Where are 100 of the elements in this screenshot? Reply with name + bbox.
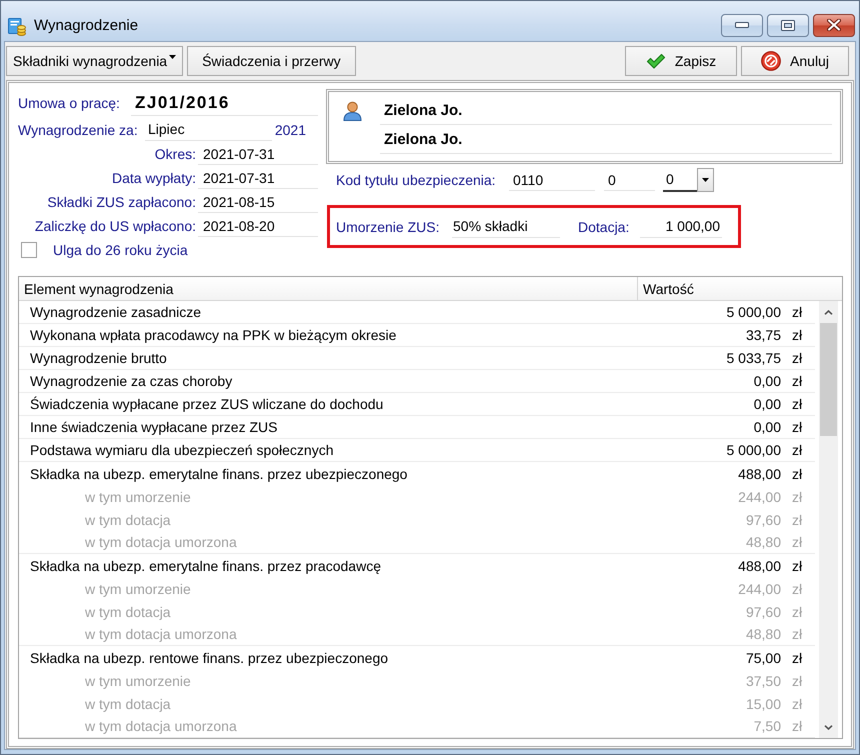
sub-element-name: w tym umorzenie xyxy=(85,672,191,688)
amount-value: 75,00 xyxy=(746,650,781,666)
employee-name-field[interactable]: Zielona Jo. xyxy=(380,125,832,154)
element-name: Wynagrodzenie brutto xyxy=(30,350,167,366)
sub-element-name: w tym dotacja xyxy=(85,696,171,712)
scrollbar-thumb[interactable] xyxy=(820,323,837,436)
close-icon xyxy=(827,19,841,31)
currency-unit: zł xyxy=(792,718,802,734)
window-title: Wynagrodzenie xyxy=(34,16,138,34)
field-label: Data wypłaty: xyxy=(112,170,196,186)
amount-value: 97,60 xyxy=(746,512,781,528)
month-field[interactable]: Lipiec xyxy=(145,118,272,140)
column-header[interactable]: Wartość xyxy=(638,277,842,300)
field-label: Zaliczkę do US wpłacono: xyxy=(34,218,196,234)
element-name: Wykonana wpłata pracodawcy na PPK w bieżącym okresie xyxy=(30,327,396,343)
sub-element-name: w tym dotacja umorzona xyxy=(85,626,237,642)
amount-value: 7,50 xyxy=(754,718,781,734)
sub-element-name: w tym dotacja xyxy=(85,604,171,620)
element-name: Podstawa wymiaru dla ubezpieczeń społecznych xyxy=(30,442,334,458)
currency-unit: zł xyxy=(792,696,802,712)
amount-value: 15,00 xyxy=(746,696,781,712)
prohibition-icon xyxy=(761,51,782,71)
contract-field[interactable]: ZJ01/2016 xyxy=(131,90,318,116)
amount-value: 48,80 xyxy=(746,626,781,642)
number-field[interactable]: 0 xyxy=(604,169,655,191)
toolbar-button[interactable]: Świadczenia i przerwy xyxy=(187,46,356,76)
date-field[interactable]: 2021-08-20 xyxy=(198,215,318,237)
amount-value: 488,00 xyxy=(738,466,781,482)
contract-label: Umowa o pracę: xyxy=(18,95,121,111)
amount-value: 5 000,00 xyxy=(726,304,781,320)
subsidy-label: Dotacja: xyxy=(578,218,630,234)
sub-element-name: w tym dotacja xyxy=(85,512,171,528)
chevron-down-icon xyxy=(824,724,833,730)
year-text: 2021 xyxy=(274,122,306,138)
sub-element-name: w tym umorzenie xyxy=(85,580,191,596)
currency-unit: zł xyxy=(792,512,802,528)
element-name: Inne świadczenia wypłacane przez ZUS xyxy=(30,419,278,435)
caret-icon xyxy=(169,55,176,59)
period-label: Wynagrodzenie za: xyxy=(18,122,139,138)
amount-value: 5 000,00 xyxy=(726,442,781,458)
currency-unit: zł xyxy=(792,626,802,642)
dropdown-arrow-button[interactable] xyxy=(697,168,714,192)
checkbox-label: Ulga do 26 roku życia xyxy=(53,242,188,258)
minimize-button[interactable] xyxy=(721,14,763,36)
amount-value: 0,00 xyxy=(754,373,781,389)
employee-name-field[interactable]: Zielona Jo. xyxy=(380,96,832,125)
sub-element-name: w tym dotacja umorzona xyxy=(85,718,237,734)
amount-value: 37,50 xyxy=(746,672,781,688)
currency-unit: zł xyxy=(792,604,802,620)
currency-unit: zł xyxy=(792,580,802,596)
document-coins-icon xyxy=(8,18,26,36)
caret-icon xyxy=(702,178,709,182)
amount-value: 5 033,75 xyxy=(726,350,781,366)
amount-value: 97,60 xyxy=(746,604,781,620)
currency-unit: zł xyxy=(792,396,802,412)
person-icon xyxy=(343,101,362,121)
element-name: Świadczenia wypłacane przez ZUS wliczane do dochodu xyxy=(30,396,384,412)
amount-value: 0,00 xyxy=(754,419,781,435)
date-field[interactable]: 2021-07-31 xyxy=(198,167,318,189)
currency-unit: zł xyxy=(792,672,802,688)
currency-unit: zł xyxy=(792,558,802,574)
currency-unit: zł xyxy=(792,650,802,666)
element-name: Składka na ubezp. emerytalne finans. przez ubezpieczonego xyxy=(30,466,408,482)
element-name: Wynagrodzenie zasadnicze xyxy=(30,304,202,320)
currency-unit: zł xyxy=(792,350,802,366)
check-icon xyxy=(646,53,666,69)
subsidy-field[interactable]: 1 000,00 xyxy=(640,216,722,238)
checkbox[interactable] xyxy=(21,242,37,258)
currency-unit: zł xyxy=(792,534,802,550)
insurance-code-label: Kod tytułu ubezpieczenia: xyxy=(336,172,497,188)
relief-field[interactable]: 50% składki xyxy=(452,216,560,238)
currency-unit: zł xyxy=(792,488,802,504)
currency-unit: zł xyxy=(792,327,802,343)
maximize-icon xyxy=(781,20,795,30)
column-header[interactable]: Element wynagrodzenia xyxy=(19,277,638,300)
maximize-button[interactable] xyxy=(767,14,809,36)
element-name: Wynagrodzenie za czas choroby xyxy=(30,373,232,389)
menu-button[interactable]: Składniki wynagrodzenia xyxy=(6,46,184,76)
minimize-icon xyxy=(735,22,749,28)
currency-unit: zł xyxy=(792,304,802,320)
chevron-up-icon xyxy=(824,310,833,314)
amount-value: 33,75 xyxy=(746,327,781,343)
cancel-button[interactable]: Anuluj xyxy=(741,46,849,76)
sub-element-name: w tym dotacja umorzona xyxy=(85,534,237,550)
field-label: Składki ZUS zapłacono: xyxy=(47,194,196,210)
amount-value: 0,00 xyxy=(754,396,781,412)
currency-unit: zł xyxy=(792,419,802,435)
element-name: Składka na ubezp. emerytalne finans. przez pracodawcę xyxy=(30,558,381,574)
insurance-code-field[interactable]: 0110 xyxy=(509,169,595,191)
amount-value: 244,00 xyxy=(738,488,781,504)
amount-value: 48,80 xyxy=(746,534,781,550)
sub-element-name: w tym umorzenie xyxy=(85,488,191,504)
save-button[interactable]: Zapisz xyxy=(625,46,737,76)
close-button[interactable] xyxy=(813,14,855,36)
currency-unit: zł xyxy=(792,466,802,482)
field-label: Okres: xyxy=(154,146,196,162)
amount-value: 488,00 xyxy=(738,558,781,574)
insurance-dropdown[interactable]: 0 xyxy=(663,168,714,192)
date-field[interactable]: 2021-08-15 xyxy=(198,191,318,213)
date-field[interactable]: 2021-07-31 xyxy=(198,143,318,165)
